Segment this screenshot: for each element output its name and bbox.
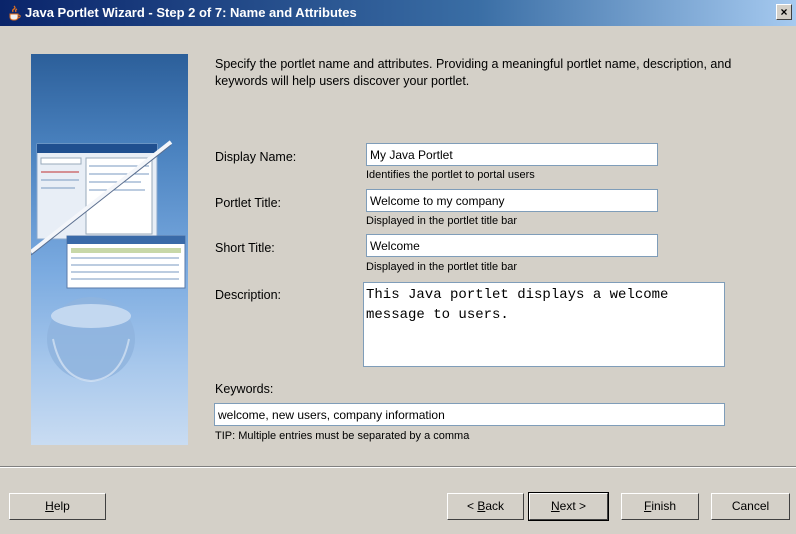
description-label: Description: — [215, 288, 281, 302]
close-button[interactable]: × — [776, 4, 792, 20]
title-bar: Java Portlet Wizard - Step 2 of 7: Name … — [0, 0, 796, 26]
help-button[interactable]: Help — [9, 493, 106, 520]
portlet-title-field[interactable] — [366, 189, 658, 212]
java-coffee-cup-icon — [9, 5, 21, 21]
button-separator — [0, 466, 796, 468]
description-field[interactable]: This Java portlet displays a welcome mes… — [363, 282, 725, 367]
display-name-field[interactable] — [366, 143, 658, 166]
keywords-tip: TIP: Multiple entries must be separated … — [215, 430, 470, 442]
display-name-label: Display Name: — [215, 150, 297, 164]
intro-text: Specify the portlet name and attributes.… — [215, 57, 732, 88]
next-button[interactable]: Next > — [528, 492, 609, 521]
keywords-label: Keywords: — [215, 382, 274, 396]
back-button[interactable]: < Back — [447, 493, 524, 520]
keywords-field[interactable] — [214, 403, 725, 426]
wizard-banner-image — [31, 54, 188, 445]
finish-button[interactable]: Finish — [621, 493, 699, 520]
portlet-title-label: Portlet Title: — [215, 196, 281, 210]
short-title-hint: Displayed in the portlet title bar — [366, 261, 518, 273]
short-title-label: Short Title: — [215, 241, 275, 255]
short-title-field[interactable] — [366, 234, 658, 257]
window-title: Java Portlet Wizard - Step 2 of 7: Name … — [25, 5, 357, 20]
display-name-hint: Identifies the portlet to portal users — [366, 169, 535, 181]
cancel-button[interactable]: Cancel — [711, 493, 790, 520]
portlet-title-hint: Displayed in the portlet title bar — [366, 215, 518, 227]
